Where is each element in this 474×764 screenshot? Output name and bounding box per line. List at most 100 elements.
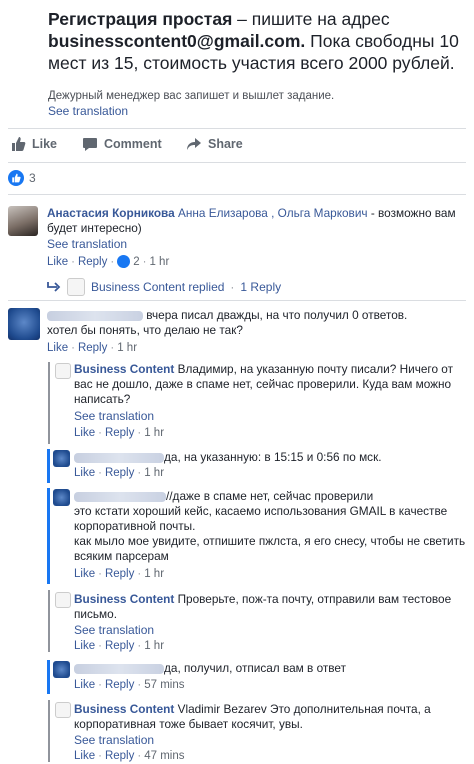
comment-meta: Like · Reply · 1 hr bbox=[74, 640, 165, 652]
comment-body-line-1: //даже в спаме нет, сейчас проверили bbox=[166, 489, 374, 503]
comment-author[interactable]: Анастасия Корникова bbox=[47, 206, 175, 220]
comment-text: Анастасия Корникова Анна Елизарова , Оль… bbox=[47, 206, 467, 236]
comment-see-translation[interactable]: See translation bbox=[74, 623, 154, 637]
comment-time: 57 mins bbox=[144, 679, 185, 691]
comment-reply-link[interactable]: Reply bbox=[105, 640, 134, 652]
comment-time: 1 hr bbox=[144, 568, 165, 580]
blurred-author-name bbox=[74, 663, 164, 674]
comment-text: Business Content Vladimir Bezarev Это до… bbox=[74, 702, 466, 732]
like-action[interactable]: Like bbox=[10, 136, 57, 152]
comment-meta: Like · Reply · 1 hr bbox=[74, 568, 165, 580]
comment-like-link[interactable]: Like bbox=[47, 342, 68, 354]
comment-like-link[interactable]: Like bbox=[74, 427, 95, 439]
avatar[interactable] bbox=[55, 702, 71, 718]
like-reaction-icon bbox=[8, 170, 24, 186]
comment-reply-link[interactable]: Reply bbox=[105, 467, 134, 479]
comment-like-link[interactable]: Like bbox=[74, 679, 95, 691]
comment-reply-link[interactable]: Reply bbox=[78, 342, 107, 354]
thread-line bbox=[47, 660, 50, 694]
blurred-author-name bbox=[47, 310, 143, 321]
comment-body-line-1: вчера писал дважды, на что получил 0 отв… bbox=[146, 308, 408, 322]
comment-reply-link[interactable]: Reply bbox=[78, 256, 107, 268]
comment-time: 1 hr bbox=[144, 467, 165, 479]
comment-text: //даже в спаме нет, сейчас проверили это… bbox=[74, 489, 466, 564]
comment-meta: Like · Reply · 1 hr bbox=[47, 342, 138, 354]
reaction-summary[interactable]: 3 bbox=[8, 170, 36, 186]
comment-time: 1 hr bbox=[144, 427, 165, 439]
comment-text: Business Content Проверьте, пож-та почту… bbox=[74, 592, 466, 622]
thread-line bbox=[48, 590, 50, 652]
comment-body: да, получил, отписал вам в ответ bbox=[164, 661, 346, 675]
comment-meta: Like · Reply · 2 · 1 hr bbox=[47, 255, 170, 268]
comment-icon bbox=[83, 138, 97, 151]
comment-text: вчера писал дважды, на что получил 0 отв… bbox=[47, 308, 467, 338]
comment-meta: Like · Reply · 47 mins bbox=[74, 750, 185, 762]
post-text-1: – пишите на адрес bbox=[232, 9, 390, 29]
comment-see-translation[interactable]: See translation bbox=[47, 237, 127, 251]
thread-line bbox=[48, 700, 50, 762]
share-action[interactable]: Share bbox=[186, 136, 243, 152]
post-note: Дежурный менеджер вас запишет и вышлет з… bbox=[48, 90, 335, 102]
like-reaction-icon bbox=[117, 255, 131, 268]
comment-tags[interactable]: Анна Елизарова , Ольга Маркович bbox=[178, 206, 368, 220]
comment-text: да, на указанную: в 15:15 и 0:56 по мск. bbox=[74, 450, 466, 465]
comment-author[interactable]: Business Content bbox=[74, 592, 174, 606]
comment-text: Business Content Владимир, на указанную … bbox=[74, 362, 466, 407]
comment-reply-link[interactable]: Reply bbox=[105, 750, 134, 762]
avatar[interactable] bbox=[53, 450, 70, 467]
divider bbox=[8, 300, 466, 301]
avatar[interactable] bbox=[55, 363, 71, 379]
comment-author[interactable]: Business Content bbox=[74, 702, 174, 716]
reaction-count: 3 bbox=[29, 171, 36, 185]
comment-body-rest: это кстати хороший кейс, касаемо использ… bbox=[74, 504, 466, 563]
comment-like-link[interactable]: Like bbox=[47, 256, 68, 268]
replies-author: Business Content replied bbox=[91, 280, 225, 294]
thread-line bbox=[48, 362, 50, 444]
view-replies[interactable]: Business Content replied · 1 Reply bbox=[47, 278, 281, 296]
post-text-bold-2: businesscontent0@gmail.com. bbox=[48, 31, 306, 51]
comment-action[interactable]: Comment bbox=[82, 136, 162, 152]
share-action-label: Share bbox=[208, 137, 243, 151]
comment-see-translation[interactable]: See translation bbox=[74, 409, 154, 423]
comment-meta: Like · Reply · 1 hr bbox=[74, 467, 165, 479]
comment-reply-link[interactable]: Reply bbox=[105, 568, 134, 580]
thumbs-up-icon bbox=[12, 137, 26, 151]
comment-like-link[interactable]: Like bbox=[74, 640, 95, 652]
comment-text: да, получил, отписал вам в ответ bbox=[74, 661, 466, 676]
avatar bbox=[67, 278, 85, 296]
comment-body-line-2: хотел бы понять, что делаю не так? bbox=[47, 323, 243, 337]
comment-time: 1 hr bbox=[149, 255, 170, 268]
avatar[interactable] bbox=[53, 489, 70, 506]
divider bbox=[8, 194, 466, 195]
comment-like-link[interactable]: Like bbox=[74, 568, 95, 580]
thread-line bbox=[47, 449, 50, 483]
post-text: Регистрация простая – пишите на адрес bu… bbox=[48, 8, 468, 74]
post-see-translation[interactable]: See translation bbox=[48, 104, 128, 118]
avatar[interactable] bbox=[55, 592, 71, 608]
comment-time: 47 mins bbox=[144, 750, 185, 762]
comment-time: 1 hr bbox=[144, 640, 165, 652]
comment-like-link[interactable]: Like bbox=[74, 467, 95, 479]
comment-reply-link[interactable]: Reply bbox=[105, 427, 134, 439]
action-bar: Like Comment Share bbox=[0, 136, 474, 156]
comment-author[interactable]: Business Content bbox=[74, 362, 174, 376]
avatar[interactable] bbox=[8, 206, 38, 236]
comment-meta: Like · Reply · 1 hr bbox=[74, 427, 165, 439]
comment-body: да, на указанную: в 15:15 и 0:56 по мск. bbox=[164, 450, 382, 464]
post-text-bold-1: Регистрация простая bbox=[48, 9, 233, 29]
comment-action-label: Comment bbox=[104, 137, 162, 151]
replies-count: 1 Reply bbox=[240, 280, 282, 294]
comment-see-translation[interactable]: See translation bbox=[74, 733, 154, 747]
share-icon bbox=[187, 138, 201, 150]
like-action-label: Like bbox=[32, 137, 58, 151]
divider bbox=[8, 128, 466, 129]
comment-like-link[interactable]: Like bbox=[74, 750, 95, 762]
reply-arrow-icon bbox=[47, 282, 61, 292]
avatar[interactable] bbox=[53, 661, 70, 678]
divider bbox=[8, 162, 466, 163]
comment-reply-link[interactable]: Reply bbox=[105, 679, 134, 691]
blurred-author-name bbox=[74, 491, 166, 502]
comment-reaction-count: 2 bbox=[133, 255, 140, 268]
avatar[interactable] bbox=[8, 308, 40, 340]
comment-time: 1 hr bbox=[117, 342, 138, 354]
